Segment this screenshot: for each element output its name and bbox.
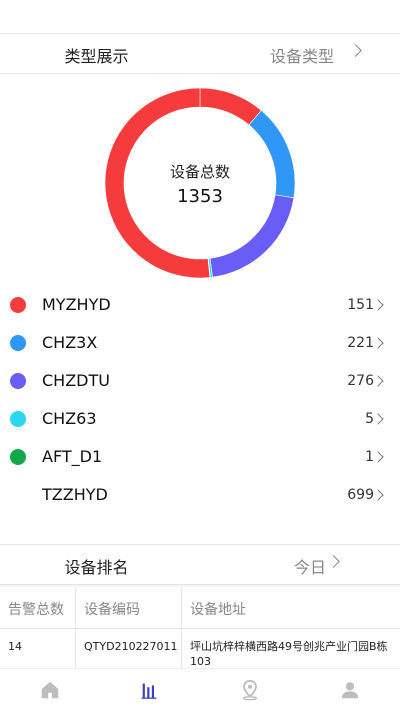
donut-slice-myzhyd[interactable]	[199, 87, 262, 126]
chart-icon	[141, 683, 157, 699]
types-section-header: 类型展示 设备类型	[0, 33, 400, 74]
donut-center: 设备总数 1353	[101, 161, 299, 207]
legend-count: 221	[347, 335, 374, 351]
header-device-code: 设备编码	[76, 587, 182, 628]
legend-count: 151	[347, 297, 374, 313]
table-row[interactable]: 14 QTYD210227011 坪山坑梓梓横西路49号创兆产业门园B栋103	[0, 629, 400, 671]
user-icon	[341, 682, 359, 699]
legend-count: 276	[347, 373, 374, 389]
cell-device-code: QTYD210227011	[76, 629, 182, 671]
legend-name: TZZHYD	[42, 485, 108, 504]
legend-name: CHZ3X	[42, 333, 98, 352]
chevron-right-icon[interactable]	[349, 44, 362, 57]
location-icon	[242, 679, 258, 701]
header-device-address: 设备地址	[190, 602, 246, 618]
legend-row-myzhyd[interactable]: MYZHYD 151	[0, 286, 400, 324]
ranking-title: 设备排名	[64, 558, 129, 577]
chevron-right-icon[interactable]	[372, 299, 384, 311]
ranking-section-header: 设备排名 今日	[0, 544, 400, 585]
table-header: 告警总数 设备编码 设备地址	[0, 587, 400, 629]
chevron-right-icon[interactable]	[372, 451, 384, 463]
legend-row-chzdtu[interactable]: CHZDTU 276	[0, 362, 400, 400]
top-bar	[0, 0, 400, 33]
types-panel: 设备总数 1353 MYZHYD 151 CHZ3X 221 CHZDTU 276 CHZ6…	[0, 74, 400, 544]
legend-color-dot	[10, 335, 26, 351]
cell-device-address: 坪山坑梓梓横西路49号创兆产业门园B栋103	[190, 640, 388, 668]
legend-row-chz63[interactable]: CHZ63 5	[0, 400, 400, 438]
chevron-right-icon[interactable]	[327, 555, 340, 568]
legend-row-chz3x[interactable]: CHZ3X 221	[0, 324, 400, 362]
legend-color-dot	[10, 411, 26, 427]
legend-name: CHZ63	[42, 409, 97, 428]
legend-color-dot	[10, 297, 26, 313]
legend-color-dot	[10, 373, 26, 389]
home-icon	[41, 681, 59, 699]
donut-center-label: 设备总数	[169, 163, 230, 181]
types-title: 类型展示	[64, 47, 129, 66]
chevron-right-icon[interactable]	[372, 413, 384, 425]
tab-profile[interactable]	[300, 669, 400, 711]
tab-statistics[interactable]	[100, 669, 200, 711]
legend-row-tzzhyd[interactable]: TZZHYD 699	[0, 476, 400, 514]
legend-name: CHZDTU	[42, 371, 110, 390]
legend-row-aft-d1[interactable]: AFT_D1 1	[0, 438, 400, 476]
tab-location[interactable]	[200, 669, 300, 711]
donut-slice-chzdtu[interactable]	[209, 194, 295, 278]
cell-alarm-total: 14	[0, 629, 76, 671]
legend-count: 699	[347, 487, 374, 503]
donut-total: 1353	[177, 186, 223, 207]
legend-color-dot	[10, 449, 26, 465]
legend-name: AFT_D1	[42, 447, 103, 466]
chevron-right-icon[interactable]	[372, 337, 384, 349]
ranking-table: 告警总数 设备编码 设备地址 14 QTYD210227011 坪山坑梓梓横西路…	[0, 587, 400, 671]
legend-name: MYZHYD	[42, 295, 111, 314]
bottom-tab-bar	[0, 668, 400, 711]
device-type-link[interactable]: 设备类型	[270, 43, 334, 67]
today-link[interactable]: 今日	[294, 554, 326, 578]
chevron-right-icon[interactable]	[372, 489, 384, 501]
tab-home[interactable]	[0, 669, 100, 711]
header-alarm-total: 告警总数	[0, 587, 76, 628]
chevron-right-icon[interactable]	[372, 375, 384, 387]
